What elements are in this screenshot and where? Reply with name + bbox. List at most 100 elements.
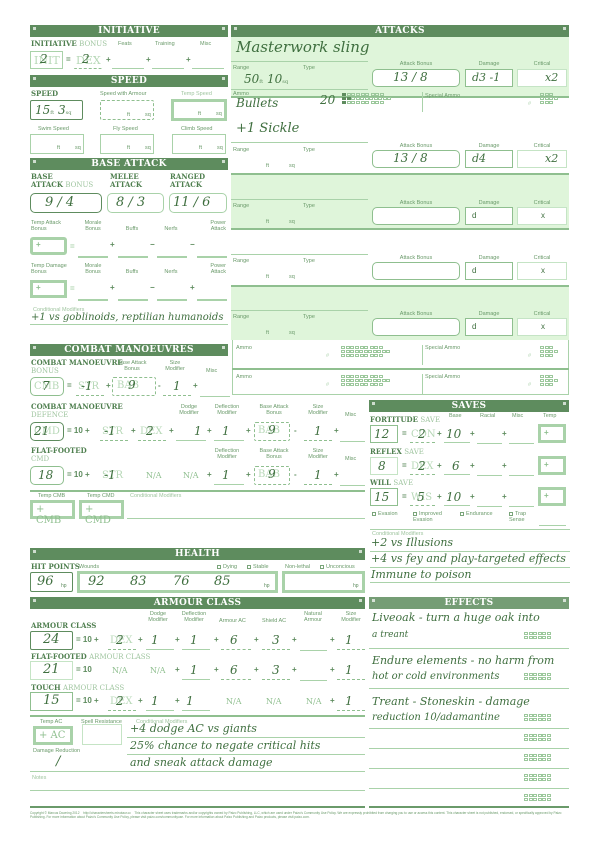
melee-field[interactable]: 8 / 3 — [107, 193, 164, 213]
effect-line[interactable]: Endure elements - no harm from — [372, 654, 554, 667]
ff-str-field[interactable]: STR -1 — [100, 467, 128, 485]
weapon-name[interactable]: Masterwork sling — [236, 38, 370, 56]
attack-bonus-field[interactable] — [372, 207, 460, 225]
attack-cond-text[interactable]: +1 vs goblinoids, reptilian humanoids — [31, 312, 223, 323]
improved-evasion-checkbox[interactable]: Improved Evasion — [413, 511, 449, 523]
wounds-field[interactable]: 92 83 76 85 hp — [77, 571, 278, 593]
endurance-checkbox[interactable]: Endurance — [460, 511, 493, 517]
reflex-racial-field[interactable] — [477, 475, 502, 476]
damage-reduction-field[interactable]: / — [56, 754, 60, 769]
effect-tracker[interactable] — [524, 714, 551, 722]
reflex-temp-field[interactable]: + — [538, 456, 566, 475]
nonlethal-field[interactable]: hp — [282, 571, 365, 593]
damage-field[interactable]: d — [465, 207, 513, 225]
spell-resistance-field[interactable] — [82, 724, 122, 745]
buffs-attack-field[interactable] — [118, 256, 148, 258]
reflex-total-field[interactable]: 8 — [370, 457, 398, 475]
unconscious-checkbox[interactable]: Unconcious — [320, 564, 355, 570]
ac-cond-line[interactable]: and sneak attack damage — [130, 756, 273, 769]
ff-ac-armour-field[interactable]: 6 — [221, 662, 251, 680]
ac-shield-field[interactable]: 3 — [262, 632, 290, 650]
nerfs-damage-field[interactable] — [157, 299, 187, 301]
ac-natural-field[interactable] — [300, 650, 327, 651]
will-base-field[interactable]: 10 — [444, 489, 470, 506]
trap-sense-field[interactable] — [539, 525, 566, 526]
fortitude-racial-field[interactable] — [477, 443, 502, 444]
ammo-tracker[interactable] — [342, 93, 392, 105]
morale-damage-field[interactable] — [78, 299, 108, 301]
temp-ac-field[interactable]: + AC — [33, 726, 73, 745]
touch-ac-deflection-field[interactable]: 1 — [182, 693, 210, 711]
cmd-dodge-field[interactable]: 1 — [176, 423, 206, 441]
ff-ac-deflection-field[interactable]: 1 — [182, 662, 210, 680]
temp-attack-field[interactable]: + — [30, 237, 67, 255]
ff-ac-shield-field[interactable]: 3 — [262, 662, 290, 680]
effect-tracker[interactable] — [524, 754, 551, 762]
ac-dex-field[interactable]: DEX 2 — [108, 632, 136, 650]
notes-field[interactable] — [30, 790, 365, 791]
bab-field[interactable]: 9 / 4 — [30, 193, 102, 213]
fortitude-ability-field[interactable]: CON 2 — [410, 426, 436, 443]
cmb-str-field[interactable]: STR -1 — [76, 378, 104, 396]
saves-cond-line[interactable]: +2 vs Illusions — [371, 536, 453, 549]
will-racial-field[interactable] — [477, 506, 502, 507]
power-attack-field[interactable] — [197, 256, 227, 258]
ac-field[interactable]: 24 — [30, 631, 73, 650]
cmd-dex-field[interactable]: DEX 2 — [138, 423, 166, 441]
ammo-name[interactable]: Bullets — [236, 96, 278, 110]
reflex-ability-field[interactable]: DEX 2 — [410, 458, 435, 475]
evasion-checkbox[interactable]: Evasion — [372, 511, 398, 517]
cmd-str-field[interactable]: STR -1 — [100, 423, 128, 441]
ff-ac-field[interactable]: 21 — [30, 661, 73, 680]
attack-bonus-field[interactable]: 13 / 8 — [372, 69, 460, 87]
reflex-base-field[interactable]: 6 — [444, 458, 470, 475]
power-damage-field[interactable] — [197, 299, 227, 301]
cmd-field[interactable]: CMD 21 — [30, 422, 64, 441]
critical-field[interactable]: x — [517, 207, 567, 225]
special-ammo-tracker[interactable] — [540, 93, 558, 105]
feats-field[interactable] — [112, 68, 144, 69]
will-temp-field[interactable]: + — [538, 487, 566, 506]
speed-field[interactable]: 15ft 3sq — [30, 100, 83, 120]
ff-cmd-field[interactable]: 18 — [30, 466, 64, 485]
temp-damage-field[interactable]: + — [30, 280, 67, 298]
ammo-count[interactable]: 20 — [320, 93, 335, 107]
touch-ac-dodge-field[interactable]: 1 — [146, 693, 174, 711]
critical-field[interactable]: x2 — [517, 150, 567, 168]
effect-line[interactable]: Liveoak - turn a huge oak into — [372, 611, 540, 624]
dying-checkbox[interactable]: Dying — [217, 564, 237, 570]
training-field[interactable] — [152, 68, 184, 69]
cmb-misc-field[interactable] — [200, 396, 230, 397]
attack-bonus-field[interactable]: 13 / 8 — [372, 150, 460, 168]
saves-cond-line[interactable]: Immune to poison — [371, 568, 471, 581]
weapon-name[interactable]: +1 Sickle — [236, 121, 299, 136]
cmd-deflection-field[interactable]: 1 — [214, 423, 244, 441]
temp-speed-field[interactable]: ft sq — [171, 99, 227, 121]
cmb-bab-field[interactable]: BAB 9 — [112, 377, 156, 396]
temp-cmb-field[interactable]: + CMB — [30, 500, 75, 526]
effect-line[interactable]: hot or cold environments — [372, 671, 499, 682]
fortitude-temp-field[interactable]: + — [538, 424, 566, 443]
effect-tracker[interactable] — [524, 734, 551, 742]
cmd-size-field[interactable]: 1 — [304, 423, 332, 441]
climb-speed-field[interactable]: ft sq — [172, 134, 226, 154]
effect-line[interactable]: Treant - Stoneskin - damage — [372, 695, 530, 708]
damage-field[interactable]: d4 — [465, 150, 513, 168]
weapon-range[interactable]: 50ft 10sq — [244, 72, 288, 86]
hp-field[interactable]: 96 hp — [30, 572, 73, 592]
cmd-bab-field[interactable]: BAB 9 — [254, 422, 290, 441]
ff-ac-size-field[interactable]: 1 — [337, 662, 365, 680]
ranged-field[interactable]: 11 / 6 — [169, 193, 227, 213]
ac-cond-line[interactable]: +4 dodge AC vs giants — [130, 722, 257, 735]
will-ability-field[interactable]: WIS 5 — [410, 489, 435, 506]
temp-cmd-field[interactable]: + CMD — [79, 500, 124, 526]
trap-sense-checkbox[interactable]: Trap Sense — [509, 511, 535, 523]
effect-tracker[interactable] — [524, 794, 551, 802]
effect-tracker[interactable] — [524, 673, 551, 681]
ac-deflection-field[interactable]: 1 — [182, 632, 210, 650]
ff-ac-natural-field[interactable] — [300, 680, 327, 681]
effect-tracker[interactable] — [524, 774, 551, 782]
cmd-misc-field[interactable] — [340, 441, 365, 442]
ff-size-field[interactable]: 1 — [304, 467, 332, 485]
cmb-field[interactable]: CMB 7 — [30, 377, 64, 396]
